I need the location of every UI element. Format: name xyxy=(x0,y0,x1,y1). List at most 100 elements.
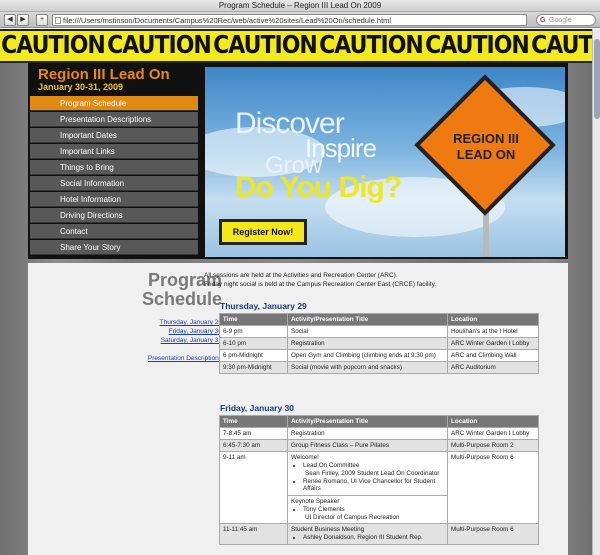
cell-activity: Social xyxy=(287,325,448,338)
google-icon: G xyxy=(540,17,546,24)
nav-item-social-information[interactable]: Social Information xyxy=(30,176,198,191)
nav-item-hotel-information[interactable]: Hotel Information xyxy=(30,192,198,207)
event-dates: January 30-31, 2009 xyxy=(38,82,124,92)
cell-location: Houlihan's at the I Hotel xyxy=(447,325,539,338)
list-item-text: Lead On Committee xyxy=(303,462,360,469)
intro-text-1: All sessions are held at the Activities … xyxy=(204,272,398,279)
col-activity: Activity/Presentation Title xyxy=(287,415,448,428)
list-item-detail: UI Director of Campus Recreation xyxy=(305,514,400,521)
table-row: 11-11:45 am Student Business Meeting Ash… xyxy=(219,523,539,545)
welcome-label: Welcome! xyxy=(291,454,319,461)
table-header-row: Time Activity/Presentation Title Locatio… xyxy=(219,415,539,428)
nav-item-program-schedule[interactable]: Program Schedule xyxy=(30,96,198,111)
link-presentation-descriptions[interactable]: Presentation Descriptions xyxy=(112,355,222,362)
cell-activity: Open Gym and Climbing (climbing ends at … xyxy=(287,349,448,362)
business-label: Student Business Meeting xyxy=(291,526,365,533)
page-icon xyxy=(55,17,61,24)
caution-text: CAUTION xyxy=(531,31,600,60)
cell-activity: Student Business Meeting Ashley Donaldso… xyxy=(287,523,448,545)
cell-location: Multi-Purpose Room 6 xyxy=(447,523,539,545)
intro-text-2: Friday night social is held at the Campu… xyxy=(204,281,437,288)
list-item-text: Renee Romano, UI Vice Chancellor for Stu… xyxy=(303,478,436,492)
main-content: Program Schedule Thursday, January 29 Fr… xyxy=(28,263,568,555)
caution-text: CAUTION xyxy=(1,31,106,60)
caution-tape-banner: CAUTION CAUTION CAUTION CAUTION CAUTION CAUTI… xyxy=(0,29,600,63)
caution-text: CAUTION xyxy=(319,31,424,60)
cell-location: ARC Auditorium xyxy=(447,361,539,374)
forward-button[interactable]: ▶ xyxy=(17,14,29,26)
link-saturday[interactable]: Saturday, January 31 xyxy=(112,337,222,344)
back-button[interactable]: ◀ xyxy=(4,14,16,26)
window-title: Program Schedule – Region III Lead On 20… xyxy=(0,0,600,12)
col-time: Time xyxy=(219,313,288,326)
cell-location: ARC Winter Garden I Lobby xyxy=(447,337,539,350)
nav-item-things-to-bring[interactable]: Things to Bring xyxy=(30,160,198,175)
friday-schedule-table: Time Activity/Presentation Title Locatio… xyxy=(219,415,539,545)
cell-time: 9-11 am xyxy=(219,451,288,524)
caution-text: CAUTION xyxy=(107,31,212,60)
link-friday[interactable]: Friday, January 30 xyxy=(112,328,222,335)
search-input[interactable]: G Google xyxy=(536,14,596,26)
nav-item-important-dates[interactable]: Important Dates xyxy=(30,128,198,143)
business-list: Ashley Donaldson, Region III Student Rep… xyxy=(303,534,444,541)
link-thursday[interactable]: Thursday, January 29 xyxy=(112,319,222,326)
table-row: 6-10 pm Registration ARC Winter Garden I… xyxy=(219,337,539,350)
cell-activity: Group Fitness Class – Pure Pilates xyxy=(287,439,448,452)
nav-item-important-links[interactable]: Important Links xyxy=(30,144,198,159)
caution-text: CAUTION xyxy=(425,31,530,60)
cell-location: Multi-Purpose Room 2 xyxy=(447,439,539,452)
scrollbar[interactable] xyxy=(592,29,600,555)
table-row: 7-8:45 am Registration ARC Winter Garden… xyxy=(219,427,539,440)
table-row: 6 pm-Midnight Open Gym and Climbing (cli… xyxy=(219,349,539,362)
hero-banner: Discover Inspire Grow Do You Dig? REGION… xyxy=(205,67,565,257)
cell-activity: Social (movie with popcorn and snacks) xyxy=(287,361,448,374)
register-now-button[interactable]: Register Now! xyxy=(219,219,307,245)
nav-item-presentation-descriptions[interactable]: Presentation Descriptions xyxy=(30,112,198,127)
list-item-text: Tony Clements xyxy=(303,506,345,513)
nav-item-driving-directions[interactable]: Driving Directions xyxy=(30,208,198,223)
cell-time: 6:45-7:30 am xyxy=(219,439,288,452)
list-item-detail: Sean Finley, 2009 Student Lead On Coordi… xyxy=(305,470,440,477)
scrollbar-thumb[interactable] xyxy=(594,39,600,119)
cell-activity: Keynote Speaker Tony Clements UI Directo… xyxy=(287,495,448,524)
welcome-list: Lead On Committee xyxy=(303,462,444,469)
main-nav: Program Schedule Presentation Descriptio… xyxy=(30,96,198,256)
hero-tagline: Do You Dig? xyxy=(235,171,402,204)
list-item: Ashley Donaldson, Region III Student Rep… xyxy=(303,534,444,541)
address-bar[interactable]: file:///Users/mstinson/Documents/Campus%… xyxy=(52,14,527,26)
friday-heading: Friday, January 30 xyxy=(220,403,295,413)
thursday-heading: Thursday, January 29 xyxy=(220,301,307,311)
thursday-schedule-table: Time Activity/Presentation Title Locatio… xyxy=(219,313,539,374)
cell-time: 6-9 pm xyxy=(219,325,288,338)
add-bookmark-button[interactable]: + xyxy=(36,14,48,26)
table-row: 9:30 pm-Midnight Social (movie with popc… xyxy=(219,361,539,374)
sign-text-line1: REGION III xyxy=(453,131,519,146)
nav-item-contact[interactable]: Contact xyxy=(30,224,198,239)
cell-activity: Registration xyxy=(287,337,448,350)
caution-text: CAUTION xyxy=(213,31,318,60)
table-row: 6-9 pm Social Houlihan's at the I Hotel xyxy=(219,325,539,338)
list-item-text: Ashley Donaldson, Region III Student Rep… xyxy=(303,534,423,541)
page-title-line2: Schedule xyxy=(141,289,222,309)
list-item: Lead On Committee xyxy=(303,462,444,469)
list-item: Renee Romano, UI Vice Chancellor for Stu… xyxy=(303,478,444,492)
keynote-label: Keynote Speaker xyxy=(291,498,340,505)
cell-location: Multi-Purpose Room 6 xyxy=(447,451,539,524)
table-row: 6:45-7:30 am Group Fitness Class – Pure … xyxy=(219,439,539,452)
col-time: Time xyxy=(219,415,288,428)
col-activity: Activity/Presentation Title xyxy=(287,313,448,326)
cell-time: 9:30 pm-Midnight xyxy=(219,361,288,374)
col-location: Location xyxy=(447,415,539,428)
address-url: file:///Users/mstinson/Documents/Campus%… xyxy=(63,16,392,25)
event-title: Region III Lead On xyxy=(38,66,170,83)
cell-time: 7-8:45 am xyxy=(219,427,288,440)
cell-time: 11-11:45 am xyxy=(219,523,288,545)
cell-time: 6-10 pm xyxy=(219,337,288,350)
cell-activity: Welcome! Lead On Committee Sean Finley, … xyxy=(287,451,448,496)
browser-toolbar: ◀ ▶ + file:///Users/mstinson/Documents/C… xyxy=(0,12,600,28)
cell-time: 6 pm-Midnight xyxy=(219,349,288,362)
keynote-list: Tony Clements xyxy=(303,506,444,513)
cell-activity: Registration xyxy=(287,427,448,440)
nav-item-share-your-story[interactable]: Share Your Story xyxy=(30,240,198,255)
list-item: Tony Clements xyxy=(303,506,444,513)
